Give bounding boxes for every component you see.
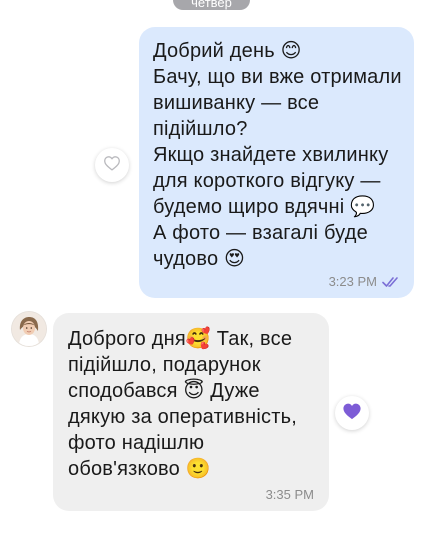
message-text: Добрий день 😊 Бачу, що ви вже отримали в… xyxy=(153,40,402,270)
reaction-button-outgoing[interactable] xyxy=(95,148,129,182)
message-text: Доброго дня🥰 Так, все підійшло, подаруно… xyxy=(68,328,297,480)
chat-thread: четвер Добрий день 😊 Бачу, що ви вже отр… xyxy=(0,0,423,544)
message-time: 3:23 PM xyxy=(328,274,377,289)
date-separator: четвер xyxy=(173,0,250,10)
message-bubble-incoming[interactable]: Доброго дня🥰 Так, все підійшло, подаруно… xyxy=(53,313,329,511)
purple-heart-icon xyxy=(342,402,362,425)
heart-outline-icon xyxy=(103,155,121,176)
message-bubble-outgoing[interactable]: Добрий день 😊 Бачу, що ви вже отримали в… xyxy=(139,27,414,298)
message-meta: 3:23 PM xyxy=(329,274,400,289)
reaction-button-incoming[interactable] xyxy=(335,396,369,430)
contact-avatar[interactable] xyxy=(12,312,46,346)
message-time: 3:35 PM xyxy=(265,487,314,502)
double-check-icon xyxy=(382,276,400,288)
message-meta: 3:35 PM xyxy=(266,487,314,502)
